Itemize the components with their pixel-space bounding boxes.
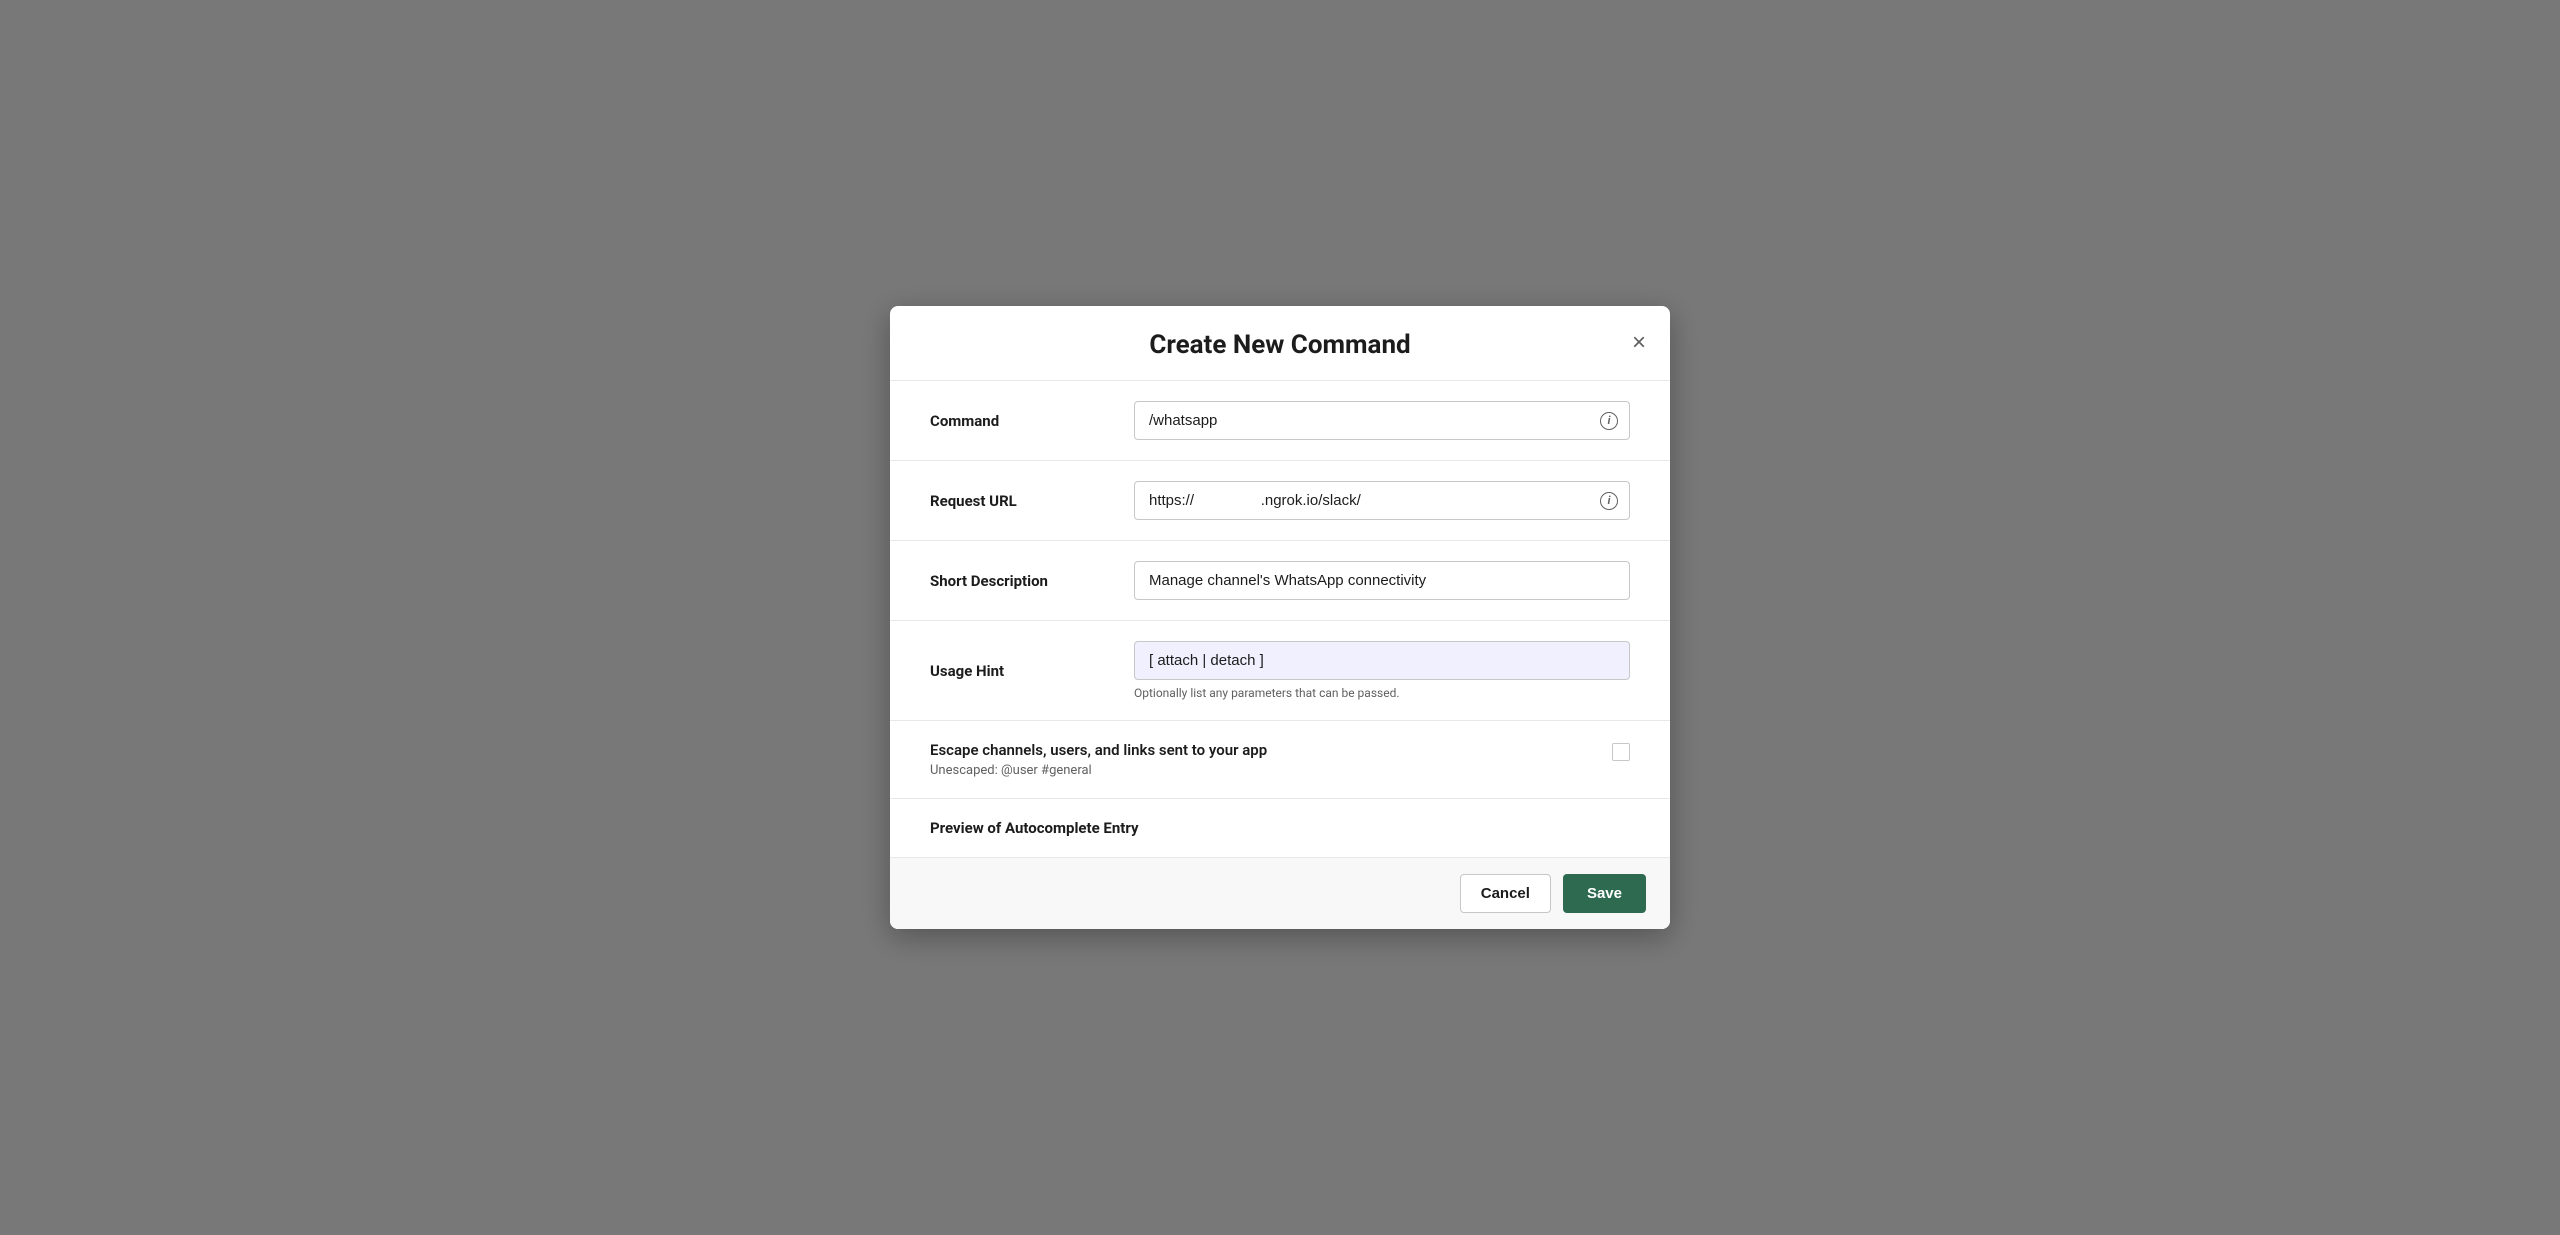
usage-hint-description: Optionally list any parameters that can …: [1134, 686, 1630, 700]
usage-hint-field: Optionally list any parameters that can …: [1134, 641, 1630, 700]
request-url-input[interactable]: [1134, 481, 1630, 520]
command-field: i: [1134, 401, 1630, 440]
usage-hint-row: Usage Hint Optionally list any parameter…: [930, 641, 1630, 700]
short-description-input[interactable]: [1134, 561, 1630, 600]
request-url-field: i: [1134, 481, 1630, 520]
usage-hint-label: Usage Hint: [930, 662, 1110, 680]
modal-header: Create New Command ×: [890, 306, 1670, 381]
usage-hint-input[interactable]: [1134, 641, 1630, 680]
escape-content: Escape channels, users, and links sent t…: [930, 741, 1596, 778]
short-description-label: Short Description: [930, 572, 1110, 590]
escape-label: Escape channels, users, and links sent t…: [930, 741, 1596, 759]
close-button[interactable]: ×: [1628, 327, 1650, 359]
preview-label: Preview of Autocomplete Entry: [930, 819, 1630, 837]
escape-checkbox-wrapper: [1612, 743, 1630, 765]
modal-overlay: Create New Command × Command i Request U…: [0, 0, 2560, 1235]
modal-title: Create New Command: [922, 330, 1638, 360]
usage-hint-section: Usage Hint Optionally list any parameter…: [890, 621, 1670, 721]
escape-row: Escape channels, users, and links sent t…: [930, 741, 1630, 778]
escape-section: Escape channels, users, and links sent t…: [890, 721, 1670, 799]
escape-checkbox[interactable]: [1612, 743, 1630, 761]
command-input[interactable]: [1134, 401, 1630, 440]
request-url-section: Request URL i: [890, 461, 1670, 541]
command-info-icon[interactable]: i: [1600, 412, 1618, 430]
request-url-row: Request URL i: [930, 481, 1630, 520]
short-description-section: Short Description: [890, 541, 1670, 621]
save-button[interactable]: Save: [1563, 874, 1646, 913]
preview-section: Preview of Autocomplete Entry: [890, 799, 1670, 857]
short-description-row: Short Description: [930, 561, 1630, 600]
command-label: Command: [930, 412, 1110, 430]
command-section: Command i: [890, 381, 1670, 461]
cancel-button[interactable]: Cancel: [1460, 874, 1551, 913]
request-url-label: Request URL: [930, 492, 1110, 510]
escape-description: Unescaped: @user #general: [930, 763, 1596, 778]
command-row: Command i: [930, 401, 1630, 440]
modal-footer: Cancel Save: [890, 857, 1670, 929]
modal-body: Command i Request URL i: [890, 381, 1670, 857]
modal-dialog: Create New Command × Command i Request U…: [890, 306, 1670, 929]
short-description-field: [1134, 561, 1630, 600]
request-url-info-icon[interactable]: i: [1600, 492, 1618, 510]
